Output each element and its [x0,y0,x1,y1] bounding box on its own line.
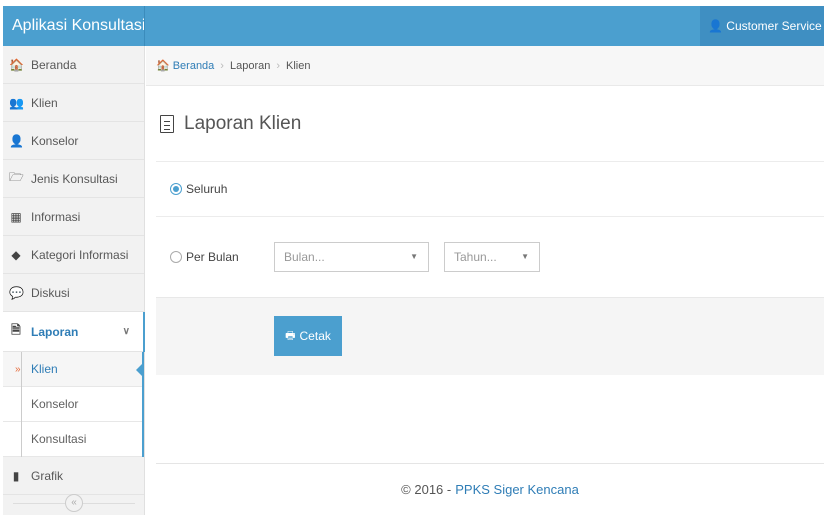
sidebar-item-label: Beranda [31,57,77,72]
radio-seluruh-label[interactable]: Seluruh [186,182,227,196]
submenu-item-konselor[interactable]: Konselor [3,387,142,422]
submenu-item-label: Konsultasi [31,432,87,446]
top-navbar: Aplikasi Konsultasi 👤 Customer Service ▼ [3,6,824,72]
radio-per-bulan[interactable] [170,251,182,263]
footer-org-link[interactable]: PPKS Siger Kencana [455,482,579,497]
sidebar: 🏠 Beranda 👥 Klien 👤 Konselor 🗁 Jenis Kon… [3,46,145,515]
radio-seluruh[interactable] [170,183,182,195]
sidebar-item-diskusi[interactable]: 💬 Diskusi [3,274,144,312]
form-actions: 🖶 Cetak [156,297,824,375]
home-icon: 🏠 [9,57,24,72]
page-header: Laporan Klien [156,86,824,162]
footer: © 2016 - PPKS Siger Kencana [156,463,824,515]
tag-icon: ◆ [11,247,21,262]
app-window: Aplikasi Konsultasi 👤 Customer Service ▼… [3,6,824,515]
sidebar-item-label: Diskusi [31,285,70,300]
comments-icon: 💬 [9,285,24,300]
month-select[interactable]: Bulan... ▼ [274,242,429,272]
sidebar-item-klien[interactable]: 👥 Klien [3,84,144,122]
sidebar-item-laporan[interactable]: 🗎 Laporan ∨ [3,312,145,352]
radio-per-bulan-label[interactable]: Per Bulan [186,250,239,264]
option-seluruh-row: Seluruh [156,162,824,217]
sidebar-item-konselor[interactable]: 👤 Konselor [3,122,144,160]
grid-icon: ▦ [10,209,22,224]
sidebar-item-kategori-informasi[interactable]: ◆ Kategori Informasi [3,236,144,274]
breadcrumb-current: Klien [286,59,311,72]
breadcrumb-separator: › [276,59,281,72]
user-menu-label: Customer Service [726,19,822,33]
breadcrumb-home-link[interactable]: Beranda [173,60,215,72]
home-icon: 🏠 [156,60,170,72]
user-menu-button[interactable]: 👤 Customer Service ▼ [700,6,824,72]
breadcrumb-separator: › [220,59,224,72]
option-per-bulan-row: Per Bulan Bulan... ▼ Tahun... ▼ [156,217,824,297]
print-button-label: Cetak [299,329,331,343]
bar-chart-icon: ▮ [12,468,20,483]
file-text-icon [160,114,174,133]
active-pointer [136,362,144,378]
users-icon: 👥 [9,95,24,110]
footer-copyright: © 2016 - [401,482,452,497]
caret-down-icon: ▼ [521,252,529,261]
double-chevron-left-icon[interactable]: « [65,494,83,512]
main-content: 🏠 Beranda › Laporan › Klien Laporan Klie… [146,46,824,515]
submenu-item-label: Konselor [31,397,79,411]
chevron-down-icon: ∨ [122,326,130,337]
print-button[interactable]: 🖶 Cetak [274,316,342,356]
sidebar-item-label: Konselor [31,133,79,148]
submenu-item-klien[interactable]: » Klien [3,352,144,387]
file-text-icon: 🗎 [11,323,21,337]
sidebar-item-label: Jenis Konsultasi [31,171,118,186]
month-select-placeholder: Bulan... [284,250,325,264]
page-title: Laporan Klien [184,112,302,134]
sidebar-item-label: Klien [31,95,58,110]
print-icon: 🖶 [285,329,296,342]
caret-down-icon: ▼ [410,252,418,261]
sidebar-item-beranda[interactable]: 🏠 Beranda [3,46,144,84]
sidebar-item-label: Informasi [31,209,81,224]
folder-icon: 🗁 [9,170,24,184]
brand-divider [144,6,145,46]
sidebar-item-label: Laporan [31,324,79,339]
sidebar-item-label: Grafik [31,468,64,483]
user-icon: 👤 [9,133,24,148]
year-select-placeholder: Tahun... [454,250,497,264]
app-brand[interactable]: Aplikasi Konsultasi [12,6,145,46]
sidebar-item-label: Kategori Informasi [31,247,129,262]
submenu-item-label: Klien [31,362,58,376]
sidebar-item-grafik[interactable]: ▮ Grafik [3,457,144,495]
sidebar-collapse-row: « [3,491,145,515]
submenu-item-konsultasi[interactable]: Konsultasi [3,422,142,457]
laporan-submenu: » Klien Konselor Konsultasi [3,352,144,457]
sidebar-item-informasi[interactable]: ▦ Informasi [3,198,144,236]
sidebar-item-jenis-konsultasi[interactable]: 🗁 Jenis Konsultasi [3,160,144,198]
year-select[interactable]: Tahun... ▼ [444,242,540,272]
breadcrumb: 🏠 Beranda › Laporan › Klien [146,46,824,86]
user-icon: 👤 [708,19,723,33]
chevron-right-icon: » [15,363,21,375]
breadcrumb-level2[interactable]: Laporan [230,60,270,72]
